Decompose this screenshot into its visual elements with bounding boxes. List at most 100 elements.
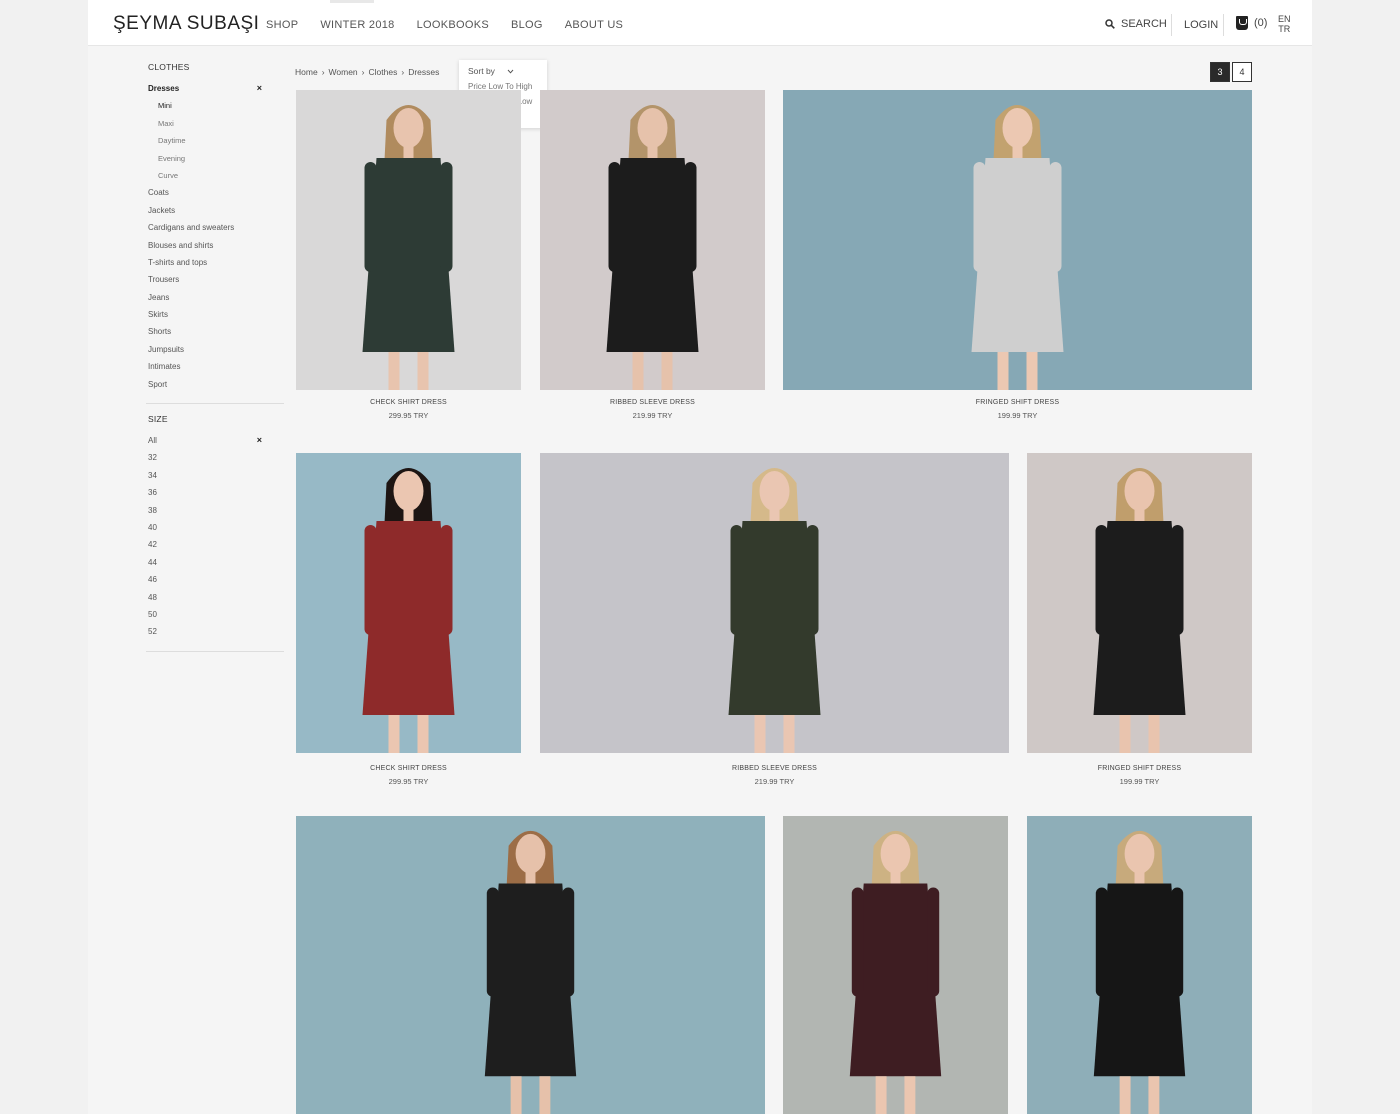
size-option[interactable]: 42	[146, 540, 284, 557]
category-item[interactable]: Jeans	[146, 293, 284, 310]
size-filter-title: SIZE	[148, 414, 168, 425]
breadcrumb-home[interactable]: Home	[295, 67, 318, 77]
product-image[interactable]	[296, 453, 521, 753]
breadcrumb-women[interactable]: Women	[329, 67, 358, 77]
lang-en[interactable]: EN	[1278, 14, 1291, 24]
product-image[interactable]	[1027, 453, 1252, 753]
product-image[interactable]	[540, 90, 765, 390]
nav-about-us[interactable]: ABOUT US	[565, 19, 623, 31]
model-arm	[1095, 887, 1108, 997]
model-arm	[440, 525, 453, 635]
subcategory-evening[interactable]: Evening	[146, 154, 284, 171]
model-leg	[417, 715, 429, 753]
model-photo	[1027, 453, 1252, 753]
product-image[interactable]	[783, 90, 1252, 390]
subcategory-daytime[interactable]: Daytime	[146, 136, 284, 153]
model-photo	[783, 816, 1008, 1114]
product-name[interactable]: CHECK SHIRT DRESS	[296, 399, 521, 406]
size-label: All	[148, 436, 157, 446]
product-name[interactable]: RIBBED SLEEVE DRESS	[540, 765, 1009, 772]
model-leg	[661, 352, 673, 390]
product-price: 219.99 TRY	[754, 777, 795, 786]
sort-dropdown-toggle[interactable]: Sort by	[468, 66, 547, 76]
subcategory-curve[interactable]: Curve	[146, 171, 284, 188]
breadcrumb-clothes[interactable]: Clothes	[369, 67, 398, 77]
category-item[interactable]: Jackets	[146, 206, 284, 223]
size-option[interactable]: 48	[146, 593, 284, 610]
model-face	[1124, 833, 1155, 874]
nav-lookbooks[interactable]: LOOKBOOKS	[417, 19, 489, 31]
product-image[interactable]	[296, 816, 765, 1114]
subcategory-maxi[interactable]: Maxi	[146, 119, 284, 136]
nav-blog[interactable]: BLOG	[511, 19, 543, 31]
site-header: ŞEYMA SUBAŞI SHOP WINTER 2018 LOOKBOOKS …	[88, 0, 1312, 46]
size-option[interactable]: 32	[146, 453, 284, 470]
header-divider	[1171, 14, 1172, 36]
size-option[interactable]: 40	[146, 523, 284, 540]
category-item[interactable]: Shorts	[146, 327, 284, 344]
model-neck	[403, 145, 414, 159]
category-item[interactable]: Blouses and shirts	[146, 241, 284, 258]
product-name[interactable]: FRINGED SHIFT DRESS	[1027, 765, 1252, 772]
category-item[interactable]: Cardigans and sweaters	[146, 223, 284, 240]
clear-filter-icon[interactable]: ×	[257, 83, 262, 93]
grid-4-columns-button[interactable]: 4	[1232, 62, 1252, 82]
size-all[interactable]: All ×	[146, 435, 284, 453]
product-price: 199.99 TRY	[1119, 777, 1160, 786]
size-option[interactable]: 36	[146, 488, 284, 505]
cart-button[interactable]: (0)	[1236, 16, 1267, 30]
model-leg	[875, 1076, 887, 1114]
model-neck	[647, 145, 658, 159]
nav-winter-2018[interactable]: WINTER 2018	[320, 19, 394, 31]
size-option[interactable]: 34	[146, 471, 284, 488]
breadcrumb-dresses: Dresses	[408, 67, 440, 77]
category-item[interactable]: Intimates	[146, 362, 284, 379]
category-item[interactable]: Skirts	[146, 310, 284, 327]
nav-active-indicator	[330, 0, 374, 3]
category-item[interactable]: Jumpsuits	[146, 345, 284, 362]
model-leg	[1026, 352, 1038, 390]
size-option[interactable]: 46	[146, 575, 284, 592]
grid-3-columns-button[interactable]: 3	[1210, 62, 1230, 82]
size-option[interactable]: 52	[146, 627, 284, 644]
product-price: 219.99 TRY	[632, 411, 673, 420]
category-item[interactable]: Sport	[146, 380, 284, 397]
product-name[interactable]: RIBBED SLEEVE DRESS	[540, 399, 765, 406]
model-neck	[403, 508, 414, 522]
model-face	[393, 471, 424, 511]
model-leg	[388, 715, 400, 753]
main-nav: SHOP WINTER 2018 LOOKBOOKS BLOG ABOUT US	[266, 19, 623, 31]
search-label: SEARCH	[1121, 18, 1167, 30]
lang-tr[interactable]: TR	[1278, 24, 1291, 34]
nav-shop[interactable]: SHOP	[266, 19, 298, 31]
brand-logo[interactable]: ŞEYMA SUBAŞI	[113, 13, 259, 35]
subcategory-mini[interactable]: Mini	[146, 101, 284, 118]
model-neck	[1134, 508, 1145, 522]
model-leg	[510, 1076, 522, 1114]
model-photo	[1027, 816, 1252, 1114]
category-dresses[interactable]: Dresses ×	[146, 83, 284, 101]
category-item[interactable]: Coats	[146, 188, 284, 205]
model-arm	[1049, 162, 1062, 272]
size-option[interactable]: 44	[146, 558, 284, 575]
model-face	[393, 108, 424, 148]
size-option[interactable]: 38	[146, 506, 284, 523]
product-image[interactable]	[783, 816, 1008, 1114]
model-face	[880, 833, 911, 874]
category-item[interactable]: Trousers	[146, 275, 284, 292]
login-link[interactable]: LOGIN	[1184, 19, 1218, 31]
product-name[interactable]: CHECK SHIRT DRESS	[296, 765, 521, 772]
product-image[interactable]	[296, 90, 521, 390]
model-face	[1002, 108, 1033, 148]
model-face	[759, 471, 790, 511]
product-price: 299.95 TRY	[388, 411, 429, 420]
size-option[interactable]: 50	[146, 610, 284, 627]
product-image[interactable]	[1027, 816, 1252, 1114]
search-button[interactable]: SEARCH	[1105, 18, 1167, 30]
product-name[interactable]: FRINGED SHIFT DRESS	[783, 399, 1252, 406]
clear-filter-icon[interactable]: ×	[257, 435, 262, 445]
product-image[interactable]	[540, 453, 1009, 753]
category-item[interactable]: T-shirts and tops	[146, 258, 284, 275]
model-photo	[540, 453, 1009, 753]
model-arm	[806, 525, 819, 635]
